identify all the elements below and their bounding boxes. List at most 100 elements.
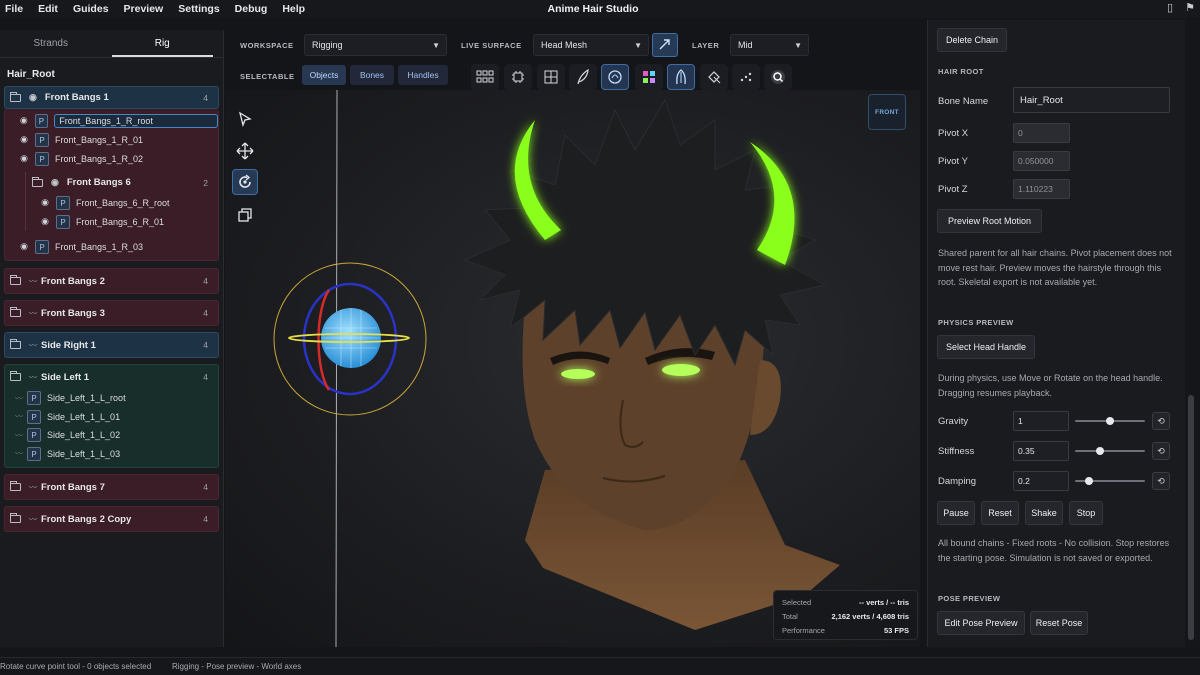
menu-preview[interactable]: Preview xyxy=(118,3,173,15)
rotate-icon[interactable] xyxy=(232,169,258,195)
menu-debug[interactable]: Debug xyxy=(229,3,277,15)
tab-rig[interactable]: Rig xyxy=(111,30,213,57)
preview-root-motion-button[interactable]: Preview Root Motion xyxy=(937,209,1042,233)
eye-icon[interactable]: ◉ xyxy=(51,177,59,188)
stiffness-slider-knob[interactable] xyxy=(1095,447,1104,455)
delete-chain-button[interactable]: Delete Chain xyxy=(937,28,1007,52)
stats-performance-value: 53 FPS xyxy=(883,625,909,635)
pin-icon: P xyxy=(34,113,49,128)
damping-input[interactable]: 0.2 xyxy=(1013,471,1069,491)
pause-button[interactable]: Pause xyxy=(937,501,975,525)
paint-icon[interactable] xyxy=(700,64,728,90)
gravity-slider[interactable] xyxy=(1075,417,1145,425)
menu-edit[interactable]: Edit xyxy=(32,3,67,15)
group-front-bangs-1[interactable]: ◉ Front Bangs 1 4 xyxy=(4,86,219,109)
eye-icon[interactable]: ◉ xyxy=(17,134,31,145)
group-side-right-1[interactable]: 〰 Side Right 1 4 xyxy=(4,332,219,358)
tree-row[interactable]: ◉ P Front_Bangs_6_R_root xyxy=(32,193,214,212)
select-head-handle-button[interactable]: Select Head Handle xyxy=(937,335,1035,359)
edit-pose-preview-button[interactable]: Edit Pose Preview xyxy=(937,611,1025,635)
pivot-y-input[interactable]: 0.050000 xyxy=(1013,151,1070,171)
damping-label: Damping xyxy=(938,476,977,487)
selectable-objects-button[interactable]: Objects xyxy=(302,65,346,85)
record-icon[interactable]: ⚑ xyxy=(1184,2,1196,14)
stiffness-input[interactable]: 0.35 xyxy=(1013,441,1069,461)
reset-button[interactable]: Reset xyxy=(981,501,1019,525)
selectable-bones-button[interactable]: Bones xyxy=(350,65,394,85)
workspace-select[interactable]: Rigging ▼ xyxy=(304,34,447,56)
group-front-bangs-7[interactable]: 〰 Front Bangs 7 4 xyxy=(4,474,219,500)
reset-pose-button[interactable]: Reset Pose xyxy=(1030,611,1088,635)
group-label: Front Bangs 6 xyxy=(66,177,131,188)
group-front-bangs-3[interactable]: 〰 Front Bangs 3 4 xyxy=(4,300,219,326)
tree-row[interactable]: ◉ P Front_Bangs_1_R_02 xyxy=(5,149,218,168)
gravity-reset-icon[interactable]: ⟲ xyxy=(1152,412,1170,430)
gravity-slider-knob[interactable] xyxy=(1106,417,1114,425)
tree-row[interactable]: 〰 P Side_Left_1_L_root xyxy=(5,389,218,408)
gravity-input[interactable]: 1 xyxy=(1013,411,1069,431)
tree-row[interactable]: ◉ P Front_Bangs_1_R_03 xyxy=(5,237,218,256)
group-side-left-1[interactable]: 〰 Side Left 1 4 〰 P Side_Left_1_L_root 〰… xyxy=(4,364,219,468)
stats-performance-label: Performance xyxy=(782,625,825,635)
shake-button[interactable]: Shake xyxy=(1025,501,1063,525)
layer-select[interactable]: Mid ▼ xyxy=(730,34,809,56)
eye-icon[interactable]: ◉ xyxy=(38,216,52,227)
damping-slider-knob[interactable] xyxy=(1085,477,1093,485)
tree-row[interactable]: 〰 P Side_Left_1_L_03 xyxy=(5,445,218,464)
duplicate-icon[interactable] xyxy=(232,202,258,228)
group-front-bangs-2-copy[interactable]: 〰 Front Bangs 2 Copy 4 xyxy=(4,506,219,532)
window-icon[interactable]: ▯ xyxy=(1164,2,1176,14)
eye-icon[interactable]: ◉ xyxy=(17,115,31,126)
stop-button[interactable]: Stop xyxy=(1069,501,1103,525)
live-surface-select[interactable]: Head Mesh ▼ xyxy=(533,34,649,56)
stiffness-reset-icon[interactable]: ⟲ xyxy=(1152,442,1170,460)
grid-icon[interactable] xyxy=(471,64,499,90)
tree-row[interactable]: ◉ P Front_Bangs_6_R_01 xyxy=(32,212,214,231)
menu-settings[interactable]: Settings xyxy=(172,3,228,15)
menu-help[interactable]: Help xyxy=(276,3,314,15)
view-cube-front[interactable]: FRONT xyxy=(868,94,906,130)
tree-row[interactable]: 〰 P Side_Left_1_L_02 xyxy=(5,426,218,445)
properties-scrollbar-thumb[interactable] xyxy=(1188,395,1194,640)
rotate-gizmo xyxy=(273,262,427,416)
link-icon: 〰 xyxy=(29,482,37,492)
viewport-3d[interactable] xyxy=(225,90,920,647)
transform-icon[interactable] xyxy=(537,64,565,90)
subgroup-front-bangs-6[interactable]: ◉ Front Bangs 6 2 ◉ P Front_Bangs_6_R_ro… xyxy=(25,172,214,231)
stats-overlay: Selected -- verts / -- tris Total 2,162 ve… xyxy=(773,590,918,640)
damping-reset-icon[interactable]: ⟲ xyxy=(1152,472,1170,490)
pivot-z-input[interactable]: 1.110223 xyxy=(1013,179,1070,199)
points-icon[interactable] xyxy=(732,64,760,90)
select-arrow-icon[interactable] xyxy=(232,106,258,132)
selectable-handles-button[interactable]: Handles xyxy=(398,65,448,85)
color-grid-icon[interactable] xyxy=(635,64,663,90)
pivot-z-label: Pivot Z xyxy=(938,184,968,195)
tree-row[interactable]: 〰 P Side_Left_1_L_01 xyxy=(5,408,218,427)
group-label: Side Left 1 xyxy=(41,371,90,383)
damping-slider[interactable] xyxy=(1075,477,1145,485)
tree-root-label: Hair_Root xyxy=(7,69,55,80)
pin-icon: P xyxy=(35,239,49,254)
eye-icon[interactable]: ◉ xyxy=(29,92,37,103)
pivot-x-input[interactable]: 0 xyxy=(1013,123,1070,143)
bone-name-input[interactable]: Hair_Root xyxy=(1013,87,1170,113)
tree-row[interactable]: ◉ P Front_Bangs_1_R_01 xyxy=(5,130,218,149)
group-count: 2 xyxy=(203,177,208,188)
surface-link-icon[interactable] xyxy=(652,33,678,57)
head-icon[interactable] xyxy=(601,64,629,90)
tree-row-selected[interactable]: ◉ P Front_Bangs_1_R_root xyxy=(5,111,218,130)
eye-icon[interactable]: ◉ xyxy=(38,197,52,208)
group-front-bangs-2[interactable]: 〰 Front Bangs 2 4 xyxy=(4,268,219,294)
menu-file[interactable]: File xyxy=(0,3,32,15)
move-icon[interactable] xyxy=(232,138,258,164)
frame-icon[interactable] xyxy=(504,64,532,90)
stiffness-slider[interactable] xyxy=(1075,447,1145,455)
feather-icon[interactable] xyxy=(569,64,597,90)
hair-strand-icon[interactable] xyxy=(667,64,695,90)
folder-icon xyxy=(10,91,21,102)
tab-strands[interactable]: Strands xyxy=(0,30,102,57)
eye-icon[interactable]: ◉ xyxy=(17,241,31,252)
menu-guides[interactable]: Guides xyxy=(67,3,118,15)
search-icon[interactable] xyxy=(764,64,792,90)
eye-icon[interactable]: ◉ xyxy=(17,153,31,164)
